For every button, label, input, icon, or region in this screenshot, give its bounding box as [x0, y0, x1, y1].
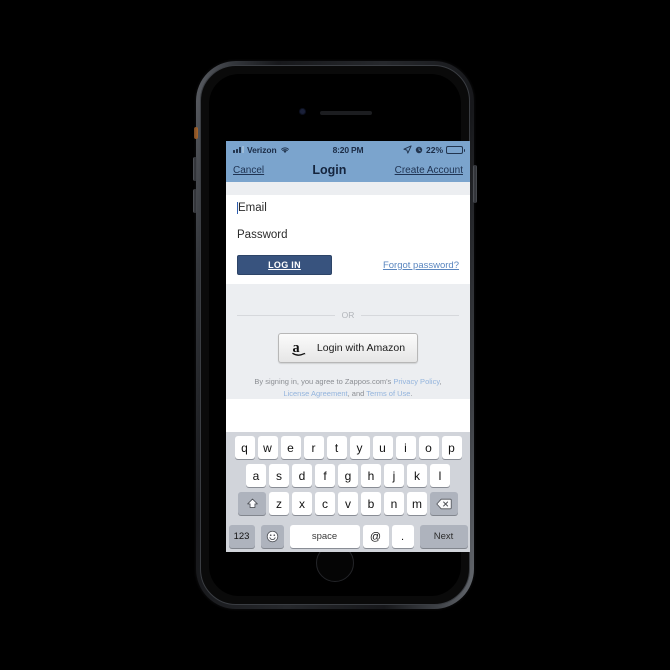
forgot-password-link[interactable]: Forgot password? — [383, 260, 459, 271]
email-field[interactable]: Email — [237, 195, 459, 222]
key-n[interactable]: n — [384, 492, 404, 515]
key-d[interactable]: d — [292, 464, 312, 487]
key-o[interactable]: o — [418, 436, 439, 459]
key-x[interactable]: x — [292, 492, 312, 515]
key-l[interactable]: l — [430, 464, 450, 487]
legal-sep-2: , and — [347, 388, 367, 398]
location-arrow-icon — [403, 145, 412, 154]
key-r[interactable]: r — [303, 436, 324, 459]
at-key[interactable]: @ — [362, 525, 389, 548]
key-p[interactable]: p — [441, 436, 462, 459]
login-with-amazon-button[interactable]: a Login with Amazon — [277, 333, 419, 363]
phone-screen: Verizon 8:20 PM 22% Cancel Login Create … — [226, 141, 470, 552]
phone-device: Verizon 8:20 PM 22% Cancel Login Create … — [193, 61, 477, 609]
numbers-key[interactable]: 123 — [228, 525, 255, 548]
period-key[interactable]: . — [391, 525, 414, 548]
key-t[interactable]: t — [326, 436, 347, 459]
legal-sep-1: , — [439, 377, 442, 386]
key-i[interactable]: i — [395, 436, 416, 459]
shift-arrow-icon — [246, 498, 258, 508]
divider-line-left — [237, 314, 335, 316]
legal-period: . — [410, 388, 413, 398]
key-u[interactable]: u — [372, 436, 393, 459]
key-q[interactable]: q — [234, 436, 255, 459]
clock-label: 8:20 PM — [332, 144, 364, 155]
power-button[interactable] — [473, 165, 477, 203]
key-m[interactable]: m — [407, 492, 427, 515]
backspace-key[interactable] — [430, 492, 458, 515]
page-title: Login — [312, 163, 347, 177]
login-form: Email Password LOG IN Forgot password? — [226, 195, 470, 284]
alternate-login-section: OR a Login with Amazon By signing in, yo… — [226, 284, 470, 400]
key-g[interactable]: g — [338, 464, 358, 487]
wifi-icon — [280, 146, 289, 153]
front-camera-icon — [299, 108, 306, 115]
key-j[interactable]: j — [384, 464, 404, 487]
keyboard-row-4: 123 space @ . Next — [228, 525, 469, 548]
backspace-icon — [436, 498, 452, 509]
legal-intro: By signing in, you agree to Zappos.com's — [254, 377, 394, 386]
emoji-smiley-icon — [266, 530, 278, 543]
volume-down-button[interactable] — [193, 189, 197, 213]
license-agreement-link[interactable]: License Agreement — [283, 389, 347, 398]
key-z[interactable]: z — [269, 492, 289, 515]
or-label: OR — [341, 310, 355, 320]
carrier-label: Verizon — [247, 144, 277, 155]
earpiece-speaker-icon — [320, 111, 372, 115]
amazon-button-label: Login with Amazon — [316, 342, 406, 354]
form-actions: LOG IN Forgot password? — [237, 249, 459, 284]
key-e[interactable]: e — [280, 436, 301, 459]
navigation-bar: Cancel Login Create Account — [226, 158, 470, 182]
password-field[interactable]: Password — [237, 222, 459, 249]
battery-icon — [446, 145, 466, 154]
key-w[interactable]: w — [257, 436, 278, 459]
or-divider: OR — [237, 284, 459, 320]
phone-bezel: Verizon 8:20 PM 22% Cancel Login Create … — [200, 65, 470, 605]
silent-switch[interactable] — [194, 127, 198, 139]
keyboard-row-3-letters: zxcvbnm — [269, 492, 427, 515]
cancel-button[interactable]: Cancel — [233, 165, 264, 176]
keyboard-row-1: qwertyuiop — [228, 436, 469, 459]
legal-text: By signing in, you agree to Zappos.com's… — [237, 363, 459, 399]
log-in-button[interactable]: LOG IN — [237, 255, 332, 275]
amazon-button-wrapper: a Login with Amazon — [237, 320, 459, 363]
status-bar: Verizon 8:20 PM 22% — [226, 141, 470, 158]
terms-of-use-link[interactable]: Terms of Use — [366, 389, 410, 398]
shift-key[interactable] — [238, 492, 266, 515]
battery-percent-label: 22% — [426, 144, 444, 155]
on-screen-keyboard: qwertyuiop asdfghjkl zxcvbnm 123 space @… — [226, 432, 470, 552]
divider-line-right — [361, 314, 459, 316]
alarm-clock-icon — [415, 146, 423, 153]
key-s[interactable]: s — [269, 464, 289, 487]
cellular-signal-icon — [233, 146, 244, 153]
key-v[interactable]: v — [338, 492, 358, 515]
volume-up-button[interactable] — [193, 157, 197, 181]
space-key[interactable]: space — [289, 525, 360, 548]
key-y[interactable]: y — [349, 436, 370, 459]
key-k[interactable]: k — [407, 464, 427, 487]
amazon-a-logo-icon: a — [292, 340, 306, 356]
key-b[interactable]: b — [361, 492, 381, 515]
keyboard-row-2: asdfghjkl — [228, 464, 469, 487]
next-key[interactable]: Next — [419, 525, 468, 548]
keyboard-row-3: zxcvbnm — [228, 492, 469, 520]
privacy-policy-link[interactable]: Privacy Policy — [393, 377, 439, 386]
emoji-key[interactable] — [260, 525, 284, 548]
key-a[interactable]: a — [246, 464, 266, 487]
form-top-spacer — [226, 182, 470, 195]
password-placeholder: Password — [237, 229, 288, 241]
create-account-button[interactable]: Create Account — [395, 165, 463, 176]
key-h[interactable]: h — [361, 464, 381, 487]
phone-glass: Verizon 8:20 PM 22% Cancel Login Create … — [209, 74, 470, 596]
key-c[interactable]: c — [315, 492, 335, 515]
email-placeholder: Email — [238, 202, 267, 214]
key-f[interactable]: f — [315, 464, 335, 487]
